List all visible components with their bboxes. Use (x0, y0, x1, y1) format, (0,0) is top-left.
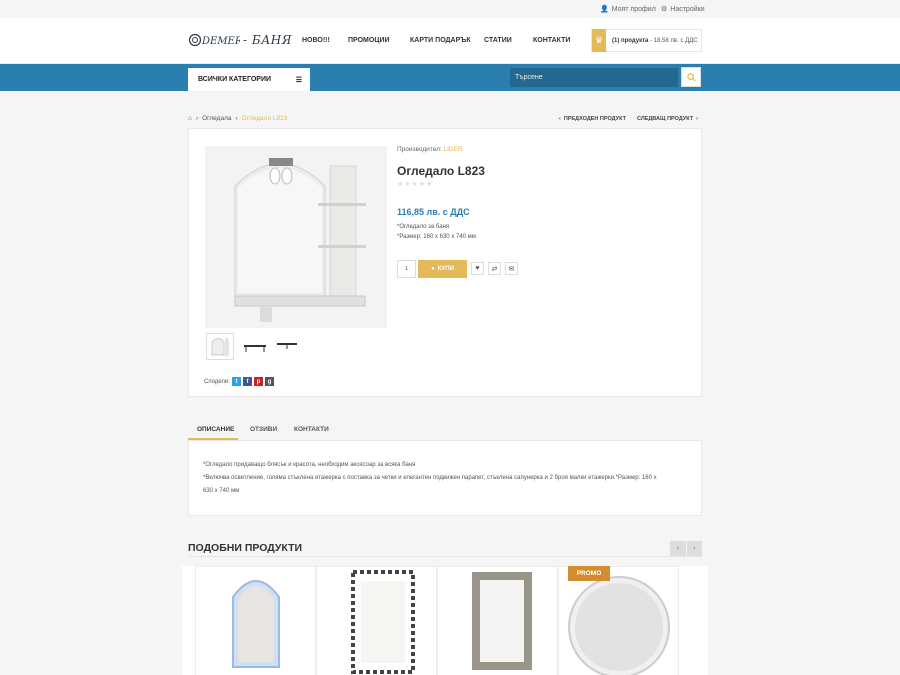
manufacturer-link[interactable]: LIDER (444, 146, 463, 153)
share-row: Сподели: t f p g (204, 377, 274, 386)
tab-contacts[interactable]: КОНТАКТИ (294, 426, 329, 433)
nav-promotions[interactable]: ПРОМОЦИИ (348, 37, 390, 44)
settings-link[interactable]: ⚙ Настройки (661, 5, 705, 14)
nav-articles[interactable]: СТАТИИ (484, 37, 512, 44)
manufacturer: Производител: LIDER (397, 146, 463, 153)
user-icon: 👤 (600, 6, 609, 13)
facebook-icon[interactable]: f (242, 377, 252, 386)
nav-contacts[interactable]: КОНТАКТИ (533, 37, 570, 44)
description-line-3: 630 x 740 мм (203, 488, 240, 494)
prev-product-link[interactable]: ‹ ПРЕДХОДЕН ПРОДУКТ (559, 116, 626, 122)
nav-new[interactable]: НОВО!!! (302, 37, 330, 44)
product-title: Огледало L823 (397, 164, 485, 178)
all-categories-label: ВСИЧКИ КАТЕГОРИИ (198, 76, 272, 83)
breadcrumb: ⌂ › Огледала › Огледало L823 (188, 115, 288, 122)
description-line-2: *Включва осветление, голяма стъклена ета… (203, 475, 657, 481)
carousel-prev-button[interactable]: ‹ (670, 541, 686, 556)
product-card-1[interactable] (195, 566, 316, 675)
buy-label: КУПИ (437, 266, 454, 272)
breadcrumb-current: Огледало L823 (241, 115, 288, 122)
settings-label: Настройки (670, 5, 705, 13)
logo-mark-text: DEMER (201, 36, 240, 47)
next-product-link[interactable]: СЛЕДВАЩ ПРОДУКТ › (637, 116, 698, 122)
category-bar (0, 64, 900, 91)
home-icon[interactable]: ⌂ (188, 115, 192, 122)
tab-reviews[interactable]: ОТЗИВИ (250, 426, 277, 433)
divider (188, 556, 702, 557)
tab-description[interactable]: ОПИСАНИЕ (197, 426, 234, 433)
product-main-image[interactable] (205, 146, 387, 328)
product-feature-2: *Размер: 160 x 630 x 740 мм (397, 234, 476, 240)
product-card-4[interactable] (558, 566, 679, 675)
heart-icon: ♥ (475, 265, 480, 272)
wishlist-button[interactable]: ♥ (471, 262, 484, 275)
google-plus-icon[interactable]: g (264, 377, 274, 386)
pinterest-icon[interactable]: p (253, 377, 263, 386)
compare-button[interactable]: ⇄ (488, 262, 501, 275)
description-line-1: *Огледало придаващо блясък и красота, не… (203, 462, 416, 468)
top-bar (0, 0, 900, 18)
cart-summary: (1) продукта - 18.58 лв. с ДДС (612, 37, 698, 44)
menu-icon: ☰ (295, 76, 302, 84)
thumbnail-2[interactable] (241, 333, 269, 360)
product-price: 116,85 лв. с ДДС (397, 207, 470, 217)
cart-widget[interactable]: ♛ (1) продукта - 18.58 лв. с ДДС (591, 29, 702, 52)
thumbnail-1[interactable] (206, 333, 234, 360)
logo-text: - БАНЯ (243, 33, 292, 47)
product-feature-1: *Огледало за баня (397, 224, 450, 230)
carousel-next-button[interactable]: › (686, 541, 702, 556)
product-card-2[interactable] (316, 566, 437, 675)
logo[interactable]: DEMER - БАНЯ (188, 33, 292, 47)
product-card-3[interactable] (437, 566, 558, 675)
search-icon (686, 72, 696, 82)
all-categories-button[interactable]: ВСИЧКИ КАТЕГОРИИ ☰ (188, 68, 310, 91)
carousel-arrows: ‹ › (670, 541, 702, 556)
profile-label: Моят профил (611, 5, 656, 13)
envelope-icon: ✉ (508, 265, 515, 273)
email-button[interactable]: ✉ (505, 262, 518, 275)
search-button[interactable] (681, 67, 701, 87)
logo-mark-icon: DEMER (188, 33, 240, 47)
cart-icon: ♛ (592, 29, 606, 52)
compare-icon: ⇄ (491, 265, 498, 273)
share-label: Сподели: (204, 378, 230, 385)
thumbnail-3[interactable] (273, 333, 301, 360)
search-input[interactable] (510, 68, 678, 87)
buy-button[interactable]: ● КУПИ (418, 260, 467, 278)
gear-icon: ⚙ (661, 6, 668, 13)
similar-products-title: ПОДОБНИ ПРОДУКТИ (188, 542, 303, 554)
nav-gift-cards[interactable]: КАРТИ ПОДАРЪК (410, 37, 471, 44)
breadcrumb-mirrors[interactable]: Огледала (202, 115, 231, 122)
profile-link[interactable]: 👤 Моят профил (600, 5, 656, 14)
twitter-icon[interactable]: t (231, 377, 241, 386)
quantity-input[interactable] (397, 260, 416, 278)
cart-icon: ● (431, 266, 435, 272)
rating-stars[interactable]: ★★★★★ (397, 180, 433, 188)
promo-badge: PROMO (568, 566, 610, 581)
